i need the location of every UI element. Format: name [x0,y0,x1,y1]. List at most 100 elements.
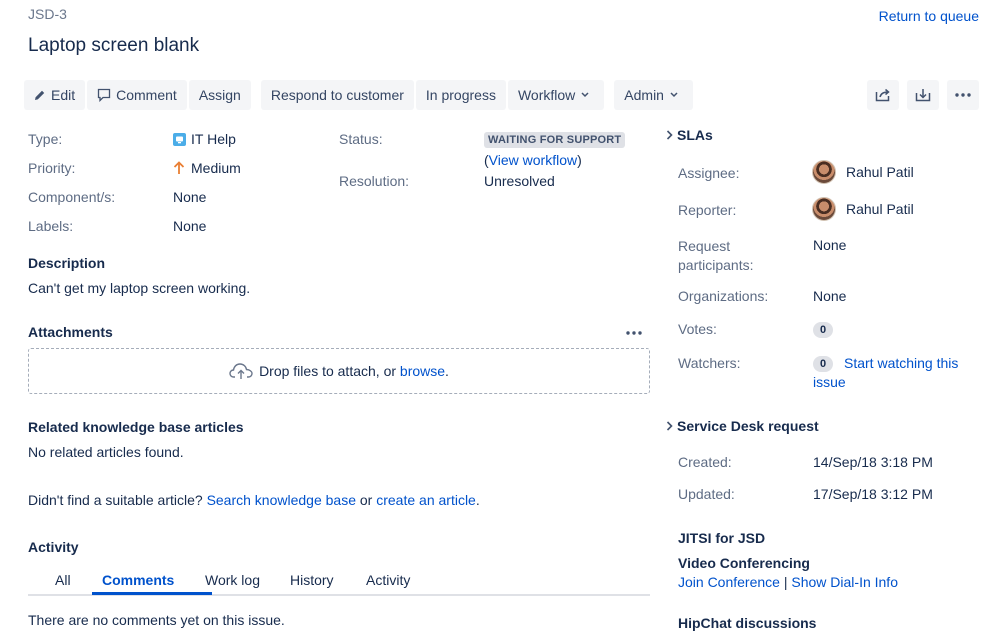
assign-button[interactable]: Assign [188,80,251,110]
export-button[interactable] [907,80,939,110]
priority-label: Priority: [28,160,76,176]
respond-to-customer-button[interactable]: Respond to customer [260,80,414,110]
chevron-down-icon [581,92,589,98]
admin-group: Admin [614,80,693,110]
tab-activity[interactable]: Activity [366,572,410,588]
export-icon [915,89,931,102]
description-heading: Description [28,255,106,271]
tab-comments[interactable]: Comments [102,572,174,588]
in-progress-button[interactable]: In progress [415,80,506,110]
tab-history[interactable]: History [290,572,334,588]
participants-label-line1: Request [678,238,731,254]
issue-toolbar: Edit Comment Assign Respond to customer … [24,80,699,110]
pencil-icon [35,90,45,100]
start-watching-link-part1[interactable]: Start watching this [844,355,958,371]
conference-links: Join Conference | Show Dial-In Info [678,574,898,590]
view-workflow-link[interactable]: View workflow [489,152,577,168]
tab-all[interactable]: All [55,572,71,588]
cloud-upload-icon [229,363,253,379]
slas-heading: SLAs [677,127,713,143]
type-value-text: IT Help [191,131,236,147]
assignee-label: Assignee: [678,165,740,181]
avatar [812,197,836,221]
it-help-icon [173,132,186,146]
watchers-count[interactable]: 0 [813,354,834,372]
toolbar-right [867,80,979,110]
admin-dropdown[interactable]: Admin [614,80,693,110]
comment-icon [97,88,111,102]
share-icon [875,88,890,102]
labels-value[interactable]: None [173,218,206,234]
priority-value-text: Medium [191,160,241,176]
attachment-dropzone[interactable]: Drop files to attach, or browse. [28,348,650,394]
type-label: Type: [28,131,63,147]
attachments-more-button[interactable] [626,322,642,338]
view-workflow: (View workflow) [484,152,582,168]
description-text[interactable]: Can't get my laptop screen working. [28,280,250,296]
create-article-link[interactable]: create an article [376,492,476,508]
votes-count[interactable]: 0 [813,320,834,338]
share-button[interactable] [867,80,899,110]
chevron-right-icon [666,421,673,431]
slas-toggle[interactable]: SLAs [666,127,713,143]
chevron-down-icon [670,92,678,98]
show-dial-in-link[interactable]: Show Dial-In Info [791,574,898,590]
workflow-dropdown[interactable]: Workflow [507,80,605,110]
reporter-value[interactable]: Rahul Patil [812,197,914,221]
search-kb-link[interactable]: Search knowledge base [207,492,356,508]
dropzone-text: Drop files to attach, or [259,363,397,379]
activity-heading: Activity [28,539,79,555]
admin-label: Admin [624,87,664,103]
browse-link[interactable]: browse [400,363,445,379]
kb-or: or [356,492,377,508]
status-lozenge-text: WAITING FOR SUPPORT [484,132,626,148]
more-icon [955,93,971,97]
join-conference-link[interactable]: Join Conference [678,574,780,590]
activity-tabs: All Comments Work log History Activity [28,570,650,596]
assignee-value[interactable]: Rahul Patil [812,160,914,184]
watchers-label: Watchers: [678,355,741,371]
dropzone-period: . [445,363,449,379]
tab-work-log[interactable]: Work log [205,572,260,588]
active-tab-indicator [92,592,212,595]
kb-heading: Related knowledge base articles [28,419,244,435]
service-desk-toggle[interactable]: Service Desk request [666,418,819,434]
priority-value[interactable]: Medium [173,160,241,176]
video-conferencing-heading: Video Conferencing [678,555,810,571]
edit-button[interactable]: Edit [24,80,86,110]
labels-label: Labels: [28,218,74,234]
resolution-value: Unresolved [484,173,555,189]
issue-key[interactable]: JSD-3 [28,6,67,22]
issue-summary[interactable]: Laptop screen blank [28,35,199,57]
link-separator: | [779,574,792,590]
participants-label-line2: participants: [678,257,754,273]
kb-none-found: No related articles found. [28,444,184,460]
start-watching-link-part2[interactable]: issue [813,374,846,390]
created-label: Created: [678,454,732,470]
comment-button[interactable]: Comment [87,80,187,110]
more-icon [626,331,642,335]
return-to-queue-link[interactable]: Return to queue [879,8,979,24]
status-lozenge: WAITING FOR SUPPORT [484,130,626,148]
assignee-name: Rahul Patil [846,164,914,180]
more-actions-button[interactable] [947,80,979,110]
reporter-label: Reporter: [678,202,737,218]
start-watching-link-issue[interactable]: issue [813,374,846,390]
participants-value[interactable]: None [813,237,846,253]
attachments-heading: Attachments [28,324,113,340]
kb-suggestion: Didn't find a suitable article? Search k… [28,492,480,508]
avatar [812,160,836,184]
type-value[interactable]: IT Help [173,131,236,147]
updated-label: Updated: [678,486,735,502]
jitsi-heading: JITSI for JSD [678,530,766,546]
start-watching-link[interactable]: Start watching this [844,355,958,371]
updated-value: 17/Sep/18 3:12 PM [813,486,933,502]
kb-period: . [475,492,480,508]
workflow-label: Workflow [517,87,576,103]
component-value[interactable]: None [173,189,206,205]
chevron-right-icon [666,130,673,140]
workflow-group: Respond to customer In progress Workflow [260,80,605,110]
service-desk-heading: Service Desk request [677,418,819,434]
component-label: Component/s: [28,189,116,205]
organizations-value[interactable]: None [813,288,846,304]
